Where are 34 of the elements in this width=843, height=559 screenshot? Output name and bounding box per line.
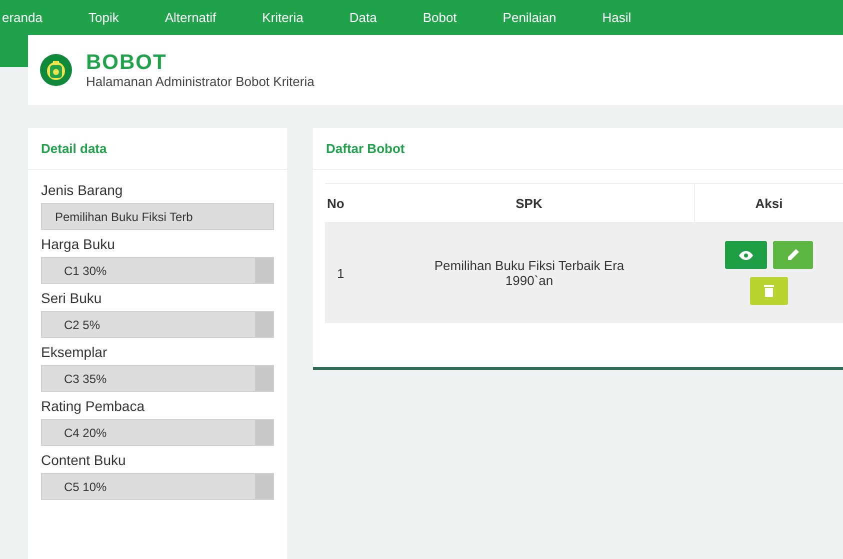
select-field[interactable]: C3 35% bbox=[41, 365, 274, 392]
field-label: Seri Buku bbox=[41, 290, 103, 306]
field-label: Content Buku bbox=[41, 452, 127, 468]
nav-item[interactable]: Bobot bbox=[422, 10, 457, 25]
page-subtitle: Halamanan Administrator Bobot Kriteria bbox=[86, 74, 314, 88]
nav-item[interactable]: eranda bbox=[2, 10, 42, 25]
nav-item[interactable]: Kriteria bbox=[262, 10, 304, 25]
page-title: BOBOT bbox=[86, 52, 168, 74]
panel-title: Daftar Bobot bbox=[313, 128, 843, 170]
delete-button[interactable] bbox=[750, 277, 788, 305]
nav-item[interactable]: Alternatif bbox=[164, 10, 216, 25]
field-label: Eksemplar bbox=[41, 344, 108, 360]
select-field[interactable]: C2 5% bbox=[41, 311, 274, 338]
table-cell: 1 bbox=[325, 222, 364, 323]
panel-title: Detail data bbox=[28, 128, 287, 170]
field-label: Jenis Barang bbox=[41, 182, 124, 198]
edit-button[interactable] bbox=[772, 241, 813, 269]
nav-item[interactable]: Topik bbox=[88, 10, 119, 25]
column-header: SPK bbox=[364, 184, 694, 222]
table-cell-text: Pemilihan Buku Fiksi Terbaik Era 1990`an bbox=[433, 258, 626, 288]
eye-icon bbox=[738, 250, 753, 260]
view-button[interactable] bbox=[724, 241, 767, 269]
text-field[interactable]: Pemilihan Buku Fiksi Terb bbox=[41, 203, 274, 230]
nav-item[interactable]: Data bbox=[349, 10, 377, 25]
field-label: Harga Buku bbox=[41, 236, 116, 252]
trash-icon bbox=[764, 285, 774, 297]
pencil-icon bbox=[786, 249, 799, 261]
select-field[interactable]: C1 30% bbox=[41, 257, 274, 284]
logo-icon bbox=[40, 54, 72, 86]
select-field[interactable]: C4 20% bbox=[41, 419, 274, 446]
nav-item[interactable]: Hasil bbox=[602, 10, 632, 25]
field-label: Rating Pembaca bbox=[41, 398, 146, 414]
nav-item[interactable]: Penilaian bbox=[502, 10, 556, 25]
select-field[interactable]: C5 10% bbox=[41, 473, 274, 500]
